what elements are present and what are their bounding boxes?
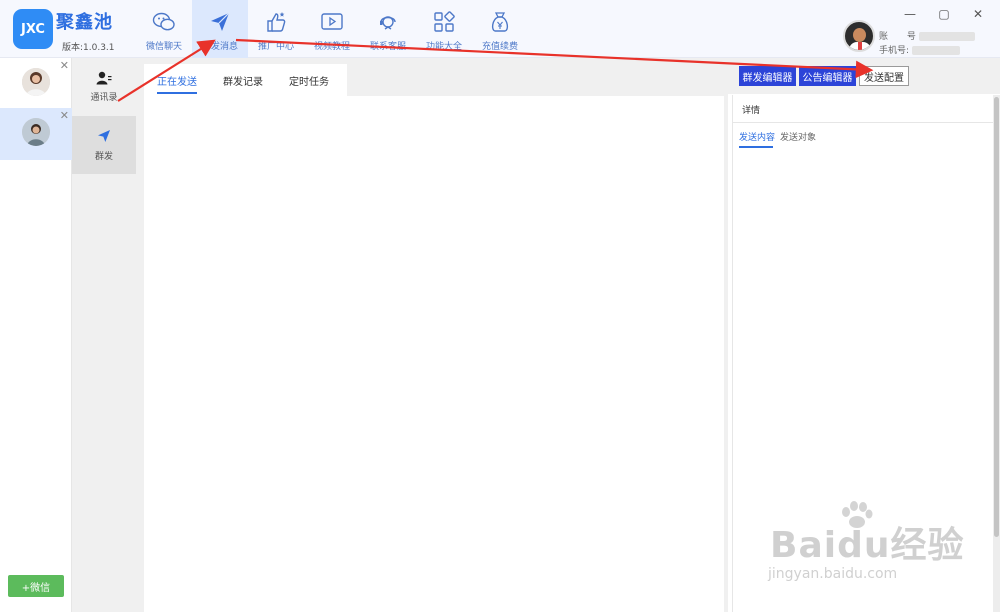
account-label: 账 xyxy=(879,32,889,42)
tab-send-history[interactable]: 群发记录 xyxy=(210,64,276,96)
divider xyxy=(732,122,993,123)
func-contacts[interactable]: 通讯录 xyxy=(72,58,136,116)
account-value: 号 xyxy=(906,32,916,42)
contacts-icon xyxy=(96,71,112,85)
nav-mass-message[interactable]: 群发消息 xyxy=(192,0,248,58)
nav-wechat-chat[interactable]: 微信聊天 xyxy=(136,0,192,58)
main-nav: 微信聊天 群发消息 推广中心 视频教程 联系客服 功能大全 充值续费 xyxy=(136,0,528,58)
nav-label: 视频教程 xyxy=(313,42,350,52)
thumbs-up-icon xyxy=(263,9,289,35)
account-item[interactable]: ✕ xyxy=(0,58,72,110)
nav-recharge[interactable]: 充值续费 xyxy=(472,0,528,58)
tab-send-target[interactable]: 发送对象 xyxy=(780,130,816,143)
func-label: 群发 xyxy=(94,152,113,162)
func-mass-send[interactable]: 群发 xyxy=(72,116,136,174)
close-button[interactable]: ✕ xyxy=(970,6,986,22)
phone-label: 手机号: xyxy=(879,46,910,56)
phone-redacted xyxy=(912,46,961,55)
nav-label: 群发消息 xyxy=(201,42,238,52)
scrollbar-thumb[interactable] xyxy=(994,97,999,537)
account-list: ✕ ✕ xyxy=(0,58,72,612)
nav-contact-support[interactable]: 联系客服 xyxy=(360,0,416,58)
account-avatar xyxy=(22,68,50,96)
mass-editor-button[interactable]: 群发编辑器 xyxy=(739,66,796,86)
apps-grid-icon xyxy=(431,9,457,35)
maximize-button[interactable]: ▢ xyxy=(936,6,952,22)
account-avatar xyxy=(22,118,50,146)
close-icon[interactable]: ✕ xyxy=(60,109,69,122)
minimize-button[interactable]: — xyxy=(902,6,918,22)
money-bag-icon xyxy=(487,9,513,35)
nav-label: 充值续费 xyxy=(481,42,518,52)
sub-tabs: 正在发送 群发记录 定时任务 xyxy=(144,64,347,96)
nav-promotion[interactable]: 推广中心 xyxy=(248,0,304,58)
notice-editor-button[interactable]: 公告编辑器 xyxy=(799,66,856,86)
window-controls: — ▢ ✕ xyxy=(902,6,986,22)
send-icon xyxy=(207,9,233,35)
user-avatar[interactable] xyxy=(843,20,875,52)
function-column: 通讯录 群发 xyxy=(72,58,136,612)
nav-video-tutorial[interactable]: 视频教程 xyxy=(304,0,360,58)
watermark: Baidu经验 jingyan.baidu.com xyxy=(760,500,990,592)
sending-list-panel xyxy=(144,96,724,612)
nav-all-features[interactable]: 功能大全 xyxy=(416,0,472,58)
account-redacted xyxy=(918,32,975,41)
account-row: 账 号 xyxy=(879,29,975,42)
active-tab-underline xyxy=(739,146,773,148)
send-config-button[interactable]: 发送配置 xyxy=(859,66,909,86)
detail-title: 详情 xyxy=(742,106,761,116)
nav-label: 联系客服 xyxy=(369,42,406,52)
nav-label: 推广中心 xyxy=(257,42,294,52)
app-logo: JXC xyxy=(13,9,53,49)
app-version: 版本:1.0.3.1 xyxy=(62,43,115,53)
send-icon xyxy=(98,130,110,142)
support-icon xyxy=(375,9,401,35)
tab-send-content[interactable]: 发送内容 xyxy=(739,130,775,143)
phone-row: 手机号: xyxy=(879,43,961,56)
top-bar: JXC 聚鑫池 版本:1.0.3.1 微信聊天 群发消息 推广中心 视频教程 联… xyxy=(0,0,1000,58)
tab-scheduled-tasks[interactable]: 定时任务 xyxy=(276,64,342,96)
watermark-url: jingyan.baidu.com xyxy=(768,566,898,582)
tab-sending[interactable]: 正在发送 xyxy=(144,64,210,96)
nav-label: 微信聊天 xyxy=(145,42,182,52)
nav-label: 功能大全 xyxy=(425,42,462,52)
add-wechat-button[interactable]: +微信 xyxy=(8,575,64,597)
watermark-title: Baidu经验 xyxy=(770,525,965,566)
close-icon[interactable]: ✕ xyxy=(60,59,69,72)
account-item-selected[interactable]: ✕ xyxy=(0,108,72,160)
wechat-icon xyxy=(151,9,177,35)
video-icon xyxy=(319,9,345,35)
func-label: 通讯录 xyxy=(90,93,118,103)
app-name: 聚鑫池 xyxy=(56,12,113,33)
